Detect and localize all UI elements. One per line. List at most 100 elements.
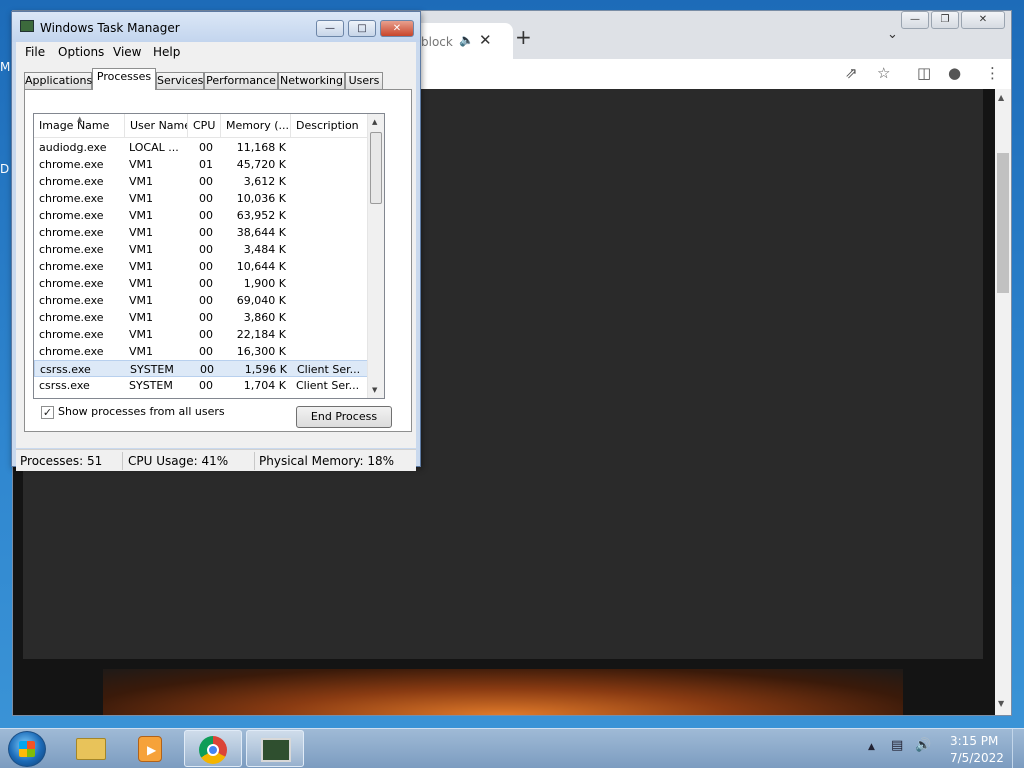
process-cpu: 00 [199, 243, 213, 256]
process-cpu: 00 [199, 209, 213, 222]
table-row[interactable]: chrome.exe VM1 00 1,900 K [34, 275, 368, 292]
column-description[interactable]: Description [291, 114, 368, 138]
maximize-button[interactable]: □ [348, 20, 376, 37]
table-row[interactable]: chrome.exe VM1 01 45,720 K [34, 156, 368, 173]
process-memory: 1,900 K [243, 277, 286, 290]
side-panel-icon[interactable]: ◫ [917, 64, 931, 82]
table-row[interactable]: chrome.exe VM1 00 3,612 K [34, 173, 368, 190]
process-memory: 16,300 K [236, 345, 286, 358]
table-row[interactable]: chrome.exe VM1 00 16,300 K [34, 343, 368, 360]
speaker-icon[interactable]: 🔈 [459, 33, 474, 47]
status-physical-memory: Physical Memory: 18% [259, 454, 395, 468]
minimize-button[interactable]: — [316, 20, 344, 37]
scroll-up-icon[interactable]: ▲ [998, 93, 1004, 102]
chrome-icon [199, 736, 227, 764]
status-divider [122, 452, 123, 470]
tab-title: block [421, 35, 453, 49]
table-row[interactable]: csrss.exe SYSTEM 00 1,596 K Client Ser... [34, 360, 368, 377]
process-user: LOCAL ... [129, 141, 179, 154]
process-name: chrome.exe [39, 294, 104, 307]
table-row[interactable]: chrome.exe VM1 00 69,040 K [34, 292, 368, 309]
show-hidden-icons-icon[interactable]: ▲ [868, 742, 875, 752]
window-title: Windows Task Manager [40, 21, 180, 35]
end-process-button[interactable]: End Process [296, 406, 392, 428]
menu-options[interactable]: Options [58, 45, 104, 59]
tab-search-icon[interactable]: ⌄ [887, 27, 898, 42]
list-header: ▲ Image Name User Name CPU Memory (... D… [34, 114, 368, 138]
network-icon[interactable]: ▤ [891, 738, 903, 753]
table-row[interactable]: chrome.exe VM1 00 10,644 K [34, 258, 368, 275]
process-memory: 45,720 K [236, 158, 286, 171]
task-manager-titlebar[interactable]: Windows Task Manager — □ ✕ [12, 12, 420, 42]
menu-file[interactable]: File [25, 45, 45, 59]
start-button[interactable] [8, 731, 46, 767]
process-name: audiodg.exe [39, 141, 107, 154]
tab-networking[interactable]: Networking [278, 72, 345, 90]
tab-services[interactable]: Services [156, 72, 204, 90]
column-memory[interactable]: Memory (... [221, 114, 291, 138]
chrome-maximize-button[interactable]: ❐ [931, 11, 959, 29]
table-row[interactable]: chrome.exe VM1 00 38,644 K [34, 224, 368, 241]
desktop-label-m: M [0, 60, 11, 74]
tab-close-icon[interactable]: ✕ [479, 31, 492, 49]
background-image [103, 669, 903, 715]
column-image-name[interactable]: ▲ Image Name [34, 114, 125, 138]
list-scrollbar[interactable]: ▲ ▼ [367, 114, 384, 398]
menu-help[interactable]: Help [153, 45, 180, 59]
process-memory: 1,596 K [244, 363, 287, 376]
process-name: chrome.exe [39, 226, 104, 239]
close-button[interactable]: ✕ [380, 20, 414, 37]
process-list[interactable]: ▲ Image Name User Name CPU Memory (... D… [33, 113, 385, 399]
table-row[interactable]: chrome.exe VM1 00 22,184 K [34, 326, 368, 343]
scrollbar-thumb[interactable] [997, 153, 1009, 293]
folder-icon [76, 738, 106, 760]
new-tab-button[interactable]: + [515, 25, 532, 49]
taskbar-chrome[interactable] [184, 730, 242, 767]
chrome-close-button[interactable]: ✕ [961, 11, 1005, 29]
status-divider [254, 452, 255, 470]
clock-date[interactable]: 7/5/2022 [950, 751, 1004, 765]
table-row[interactable]: audiodg.exe LOCAL ... 00 11,168 K [34, 139, 368, 156]
process-memory: 1,704 K [243, 379, 286, 392]
list-scrollbar-thumb[interactable] [370, 132, 382, 204]
column-cpu[interactable]: CPU [188, 114, 221, 138]
process-cpu: 00 [199, 277, 213, 290]
profile-icon[interactable]: ● [948, 64, 961, 82]
status-bar: Processes: 51 CPU Usage: 41% Physical Me… [16, 449, 416, 471]
show-desktop-button[interactable] [1012, 729, 1024, 768]
menu-icon[interactable]: ⋮ [985, 64, 1000, 82]
process-memory: 63,952 K [236, 209, 286, 222]
taskbar-task-manager[interactable] [246, 730, 304, 767]
table-row[interactable]: chrome.exe VM1 00 3,484 K [34, 241, 368, 258]
table-row[interactable]: chrome.exe VM1 00 10,036 K [34, 190, 368, 207]
taskbar-explorer[interactable] [60, 730, 118, 767]
table-row[interactable]: csrss.exe SYSTEM 00 1,704 K Client Ser... [34, 377, 368, 394]
tab-users[interactable]: Users [345, 72, 383, 90]
volume-icon[interactable]: 🔊 [915, 738, 931, 753]
table-row[interactable]: chrome.exe VM1 00 3,860 K [34, 309, 368, 326]
process-name: chrome.exe [39, 328, 104, 341]
scroll-down-icon[interactable]: ▼ [998, 699, 1004, 708]
menu-view[interactable]: View [113, 45, 141, 59]
column-user-name[interactable]: User Name [125, 114, 188, 138]
process-memory: 22,184 K [236, 328, 286, 341]
clock-time[interactable]: 3:15 PM [950, 734, 998, 748]
page-scrollbar[interactable]: ▲ ▼ [995, 89, 1011, 715]
tab-processes[interactable]: Processes [92, 68, 156, 90]
process-user: VM1 [129, 277, 154, 290]
show-all-users-checkbox[interactable]: ✓ [41, 406, 54, 419]
tab-performance[interactable]: Performance [204, 72, 278, 90]
star-icon[interactable]: ☆ [877, 64, 890, 82]
process-memory: 3,612 K [243, 175, 286, 188]
scroll-down-icon[interactable]: ▼ [372, 386, 377, 394]
share-icon[interactable]: ⇗ [845, 64, 858, 82]
process-user: VM1 [129, 345, 154, 358]
process-cpu: 00 [199, 175, 213, 188]
taskbar-media-player[interactable]: ▶ [120, 730, 178, 767]
scroll-up-icon[interactable]: ▲ [372, 118, 377, 126]
process-user: VM1 [129, 209, 154, 222]
chrome-minimize-button[interactable]: — [901, 11, 929, 29]
browser-tab[interactable]: block 🔈 ✕ [413, 23, 513, 59]
tab-applications[interactable]: Applications [24, 72, 92, 90]
table-row[interactable]: chrome.exe VM1 00 63,952 K [34, 207, 368, 224]
